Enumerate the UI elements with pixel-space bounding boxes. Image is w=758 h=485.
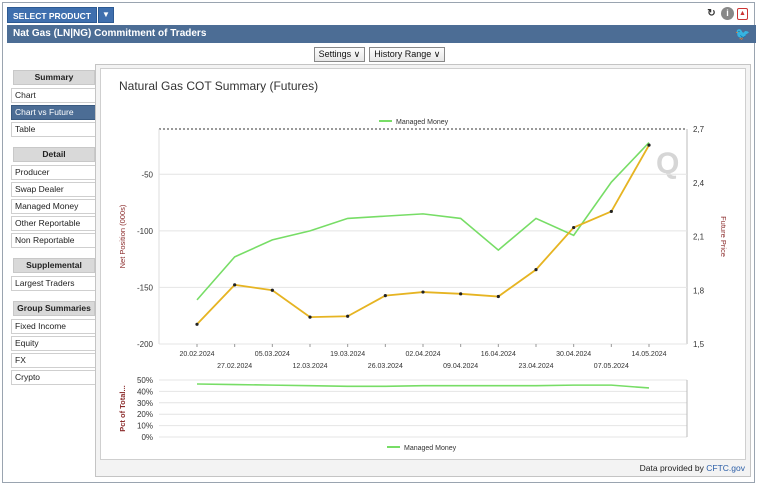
sidebar-heading-summary: Summary (13, 70, 95, 85)
sidebar-item-table[interactable]: Table (11, 122, 97, 137)
sidebar-item-chart[interactable]: Chart (11, 88, 97, 103)
x-tick-label: 09.04.2024 (443, 363, 478, 370)
x-tick-label: 12.03.2024 (292, 363, 327, 370)
future-price-point (421, 290, 425, 294)
settings-dropdown[interactable]: Settings ∨ (313, 47, 366, 62)
pdf-icon[interactable]: ▲ (737, 7, 748, 20)
x-tick-label: 23.04.2024 (518, 363, 553, 370)
x-tick-label: 05.03.2024 (255, 351, 290, 358)
y2-tick-label: 2,1 (693, 233, 705, 242)
series-future-price-line (196, 144, 650, 325)
content-panel: Natural Gas COT Summary (Futures) Q -200 -1… (95, 64, 751, 477)
sidebar-item-equity[interactable]: Equity (11, 336, 97, 351)
future-price-point (534, 268, 538, 272)
x-tick-label: 26.03.2024 (368, 363, 403, 370)
sidebar-item-largest-traders[interactable]: Largest Traders (11, 276, 97, 291)
pct-y-tick-label: 0% (141, 433, 153, 442)
y-tick-label: -50 (141, 170, 153, 179)
y2-tick-label: 1,5 (693, 340, 705, 349)
future-price-point (383, 294, 387, 298)
y-tick-label: -100 (137, 227, 154, 236)
y2-tick-label: 2,7 (693, 125, 705, 134)
x-tick-label: 20.02.2024 (179, 351, 214, 358)
x-tick-label: 19.03.2024 (330, 351, 365, 358)
pct-y-tick-label: 40% (137, 387, 153, 396)
future-price-point (233, 283, 237, 287)
pct-y-tick-label: 50% (137, 376, 153, 385)
sidebar-item-fx[interactable]: FX (11, 353, 97, 368)
watermark-q-logo: Q (656, 147, 679, 180)
sidebar-item-other-reportable[interactable]: Other Reportable (11, 216, 97, 231)
legend-label: Managed Money (396, 119, 449, 126)
chart-controls: Settings ∨ History Range ∨ (3, 47, 756, 62)
x-tick-label: 07.05.2024 (594, 363, 629, 370)
sidebar-heading-supplemental: Supplemental (13, 258, 95, 273)
pct-legend-label: Managed Money (404, 445, 457, 452)
info-icon[interactable]: i (721, 7, 734, 20)
future-price-point (647, 143, 651, 147)
sidebar-item-managed-money[interactable]: Managed Money (11, 199, 97, 214)
chevron-down-icon[interactable]: ▼ (97, 6, 114, 23)
y2-axis-title: Future Price (719, 216, 728, 257)
chart-panel: Natural Gas COT Summary (Futures) Q -200 -1… (100, 68, 746, 460)
sidebar-item-swap-dealer[interactable]: Swap Dealer (11, 182, 97, 197)
history-range-dropdown[interactable]: History Range ∨ (369, 47, 446, 62)
page-title: Nat Gas (LN|NG) Commitment of Traders (13, 28, 207, 39)
tool-icons: ↻ i ▲ (705, 7, 748, 20)
y2-tick-label: 1,8 (693, 286, 705, 295)
y2-tick-label: 2,4 (693, 179, 705, 188)
x-tick-label: 14.05.2024 (631, 351, 666, 358)
sidebar-item-crypto[interactable]: Crypto (11, 370, 97, 385)
future-price-point (609, 209, 613, 214)
pct-y-tick-label: 20% (137, 410, 153, 419)
future-price-point (572, 225, 576, 230)
sidebar-heading-group-summaries: Group Summaries (13, 301, 95, 316)
future-price-point (195, 322, 199, 326)
data-source-link[interactable]: CFTC.gov (706, 463, 745, 473)
twitter-icon[interactable]: 🐦 (735, 27, 750, 41)
cot-chart: Natural Gas COT Summary (Futures) Q -200 -1… (118, 79, 728, 452)
pct-series-managed-money-line (196, 383, 650, 389)
x-tick-label: 30.04.2024 (556, 351, 591, 358)
y-tick-label: -150 (137, 283, 154, 292)
x-tick-label: 02.04.2024 (405, 351, 440, 358)
future-price-point (308, 315, 312, 319)
refresh-icon[interactable]: ↻ (705, 7, 718, 20)
sidebar-item-chart-vs-future[interactable]: Chart vs Future (11, 105, 97, 120)
future-price-point (459, 292, 463, 296)
sidebar-nav: Summary Chart Chart vs Future Table Deta… (11, 70, 97, 387)
pct-y-tick-label: 30% (137, 399, 153, 408)
pct-y-axis-title: Pct of Total... (118, 385, 127, 432)
select-product-button[interactable]: SELECT PRODUCT (7, 6, 97, 23)
future-price-point (270, 288, 274, 292)
sidebar-item-producer[interactable]: Producer (11, 165, 97, 180)
sidebar-item-non-reportable[interactable]: Non Reportable (11, 233, 97, 248)
x-tick-label: 27.02.2024 (217, 363, 252, 370)
data-source-credit: Data provided by CFTC.gov (640, 463, 745, 473)
future-price-point (496, 294, 500, 299)
pct-y-tick-label: 10% (137, 422, 153, 431)
top-toolbar: SELECT PRODUCT ▼ (7, 6, 114, 23)
sidebar-heading-detail: Detail (13, 147, 95, 162)
sidebar-item-fixed-income[interactable]: Fixed Income (11, 319, 97, 334)
x-tick-label: 16.04.2024 (481, 351, 516, 358)
y-tick-label: -200 (137, 340, 154, 349)
chart-title: Natural Gas COT Summary (Futures) (119, 79, 318, 93)
page-title-bar: Nat Gas (LN|NG) Commitment of Traders 🐦 (7, 25, 756, 43)
future-price-point (346, 314, 350, 318)
data-source-prefix: Data provided by (639, 463, 707, 473)
series-managed-money-line (196, 142, 650, 301)
y-axis-title: Net Position (000s) (118, 204, 127, 268)
